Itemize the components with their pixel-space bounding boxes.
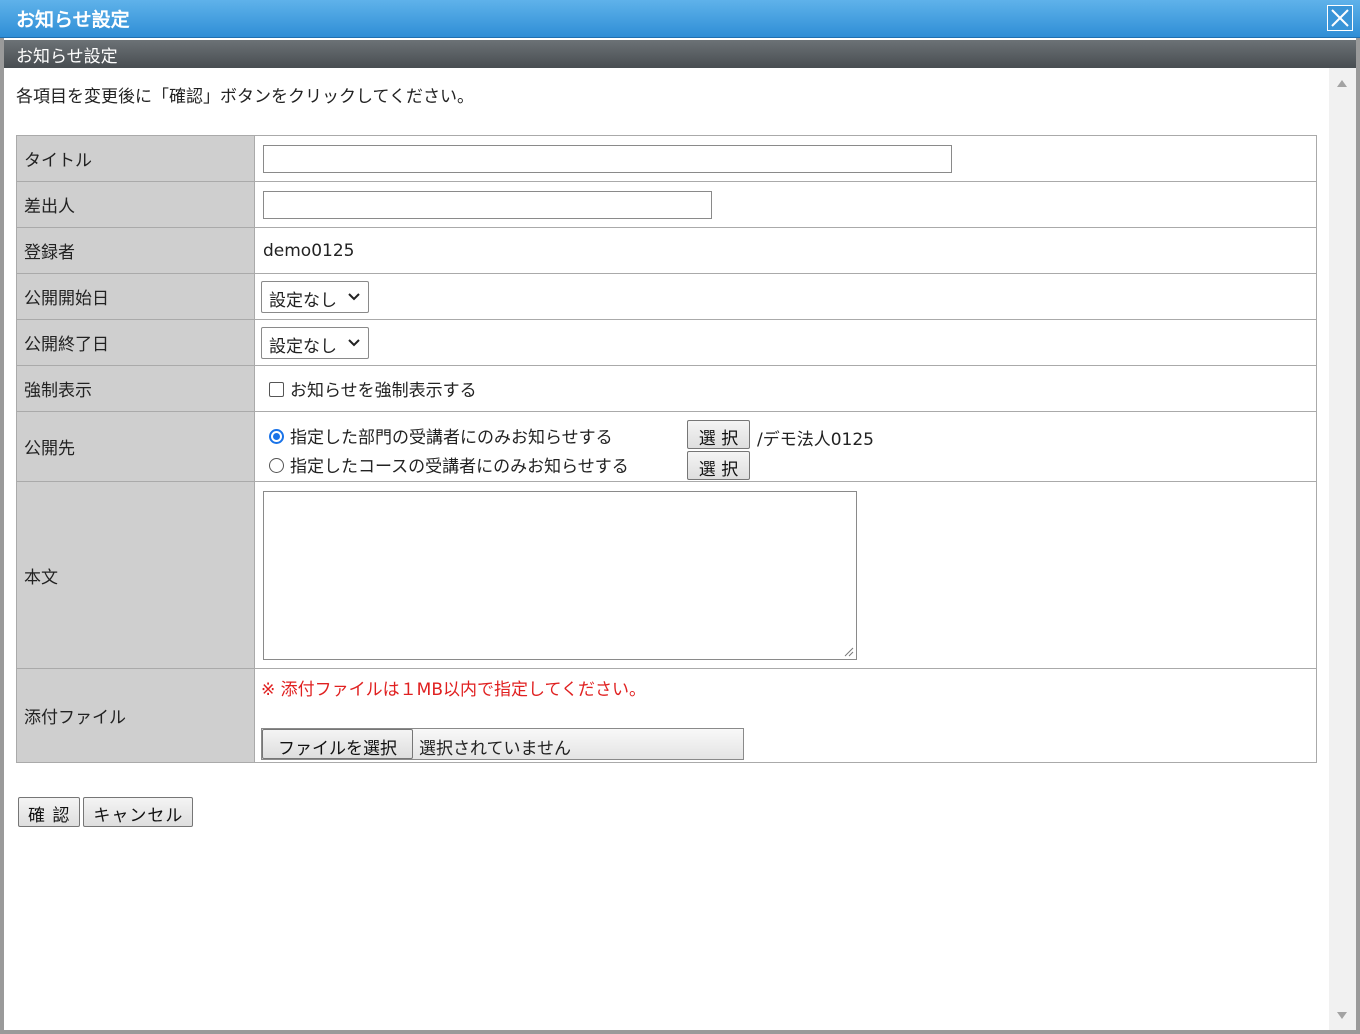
form-row-force-display: 強制表示 お知らせを強制表示する <box>16 365 1317 412</box>
form-actions: 確 認キャンセル <box>18 797 196 827</box>
force-display-checkbox[interactable] <box>269 382 284 397</box>
dialog-title: お知らせ設定 <box>16 9 130 31</box>
end-date-select[interactable]: 設定なし <box>261 326 369 359</box>
body-textarea[interactable] <box>263 490 857 660</box>
dialog-bottom-border <box>0 1030 1360 1034</box>
select-dept-button[interactable]: 選 択 <box>687 419 750 449</box>
close-button[interactable] <box>1327 5 1353 31</box>
registrant-label: 登録者 <box>16 227 255 274</box>
dialog-right-border <box>1356 38 1360 1030</box>
target-dept-radio[interactable] <box>269 428 284 444</box>
title-input[interactable] <box>263 144 952 173</box>
select-course-button[interactable]: 選 択 <box>687 450 750 480</box>
sender-input[interactable] <box>263 190 712 219</box>
dialog-subheader: お知らせ設定 <box>4 40 1356 68</box>
force-display-label: 強制表示 <box>16 365 255 412</box>
sender-label: 差出人 <box>16 181 255 228</box>
form-row-registrant: 登録者 demo0125 <box>16 227 1317 274</box>
form-row-body: 本文 <box>16 481 1317 669</box>
dialog-titlebar: お知らせ設定 <box>0 0 1360 38</box>
body-label: 本文 <box>16 481 255 669</box>
title-label: タイトル <box>16 135 255 182</box>
scroll-up-icon[interactable] <box>1337 80 1347 87</box>
cancel-button[interactable]: キャンセル <box>83 797 194 827</box>
vertical-scrollbar[interactable] <box>1329 68 1356 1030</box>
registrant-value: demo0125 <box>254 227 1317 274</box>
start-date-selected: 設定なし <box>269 290 337 311</box>
resize-grip-icon[interactable] <box>842 645 854 657</box>
file-input[interactable]: ファイルを選択 選択されていません <box>261 728 744 760</box>
dept-path: /デモ法人0125 <box>757 429 874 450</box>
form-row-title: タイトル <box>16 135 1317 182</box>
dialog-content: 各項目を変更後に「確認」ボタンをクリックしてください。 タイトル 差出人 登録者… <box>4 68 1329 1030</box>
chevron-down-icon <box>348 338 360 346</box>
chevron-down-icon <box>348 292 360 300</box>
form-row-target: 公開先 指定した部門の受講者にのみお知らせする 選 択 /デモ法人0125 指定… <box>16 411 1317 482</box>
target-label: 公開先 <box>16 411 255 482</box>
target-course-radio[interactable] <box>269 457 284 473</box>
start-date-label: 公開開始日 <box>16 273 255 320</box>
target-option-dept-row: 指定した部門の受講者にのみお知らせする 選 択 /デモ法人0125 <box>263 417 1316 450</box>
target-option-course-row: 指定したコースの受講者にのみお知らせする 選 択 <box>263 448 1316 480</box>
file-status: 選択されていません <box>419 739 571 759</box>
end-date-selected: 設定なし <box>269 336 337 357</box>
attachment-label: 添付ファイル <box>16 668 255 763</box>
confirm-button[interactable]: 確 認 <box>18 797 81 827</box>
end-date-label: 公開終了日 <box>16 319 255 366</box>
form-row-sender: 差出人 <box>16 181 1317 228</box>
attachment-note: ※ 添付ファイルは１MB以内で指定してください。 <box>261 680 646 700</box>
notice-form: タイトル 差出人 登録者 demo0125 公開開始日 設定なし 公開終了日 設… <box>16 135 1317 763</box>
choose-file-button[interactable]: ファイルを選択 <box>262 729 413 759</box>
force-display-option-label[interactable]: お知らせを強制表示する <box>290 381 477 401</box>
target-dept-label[interactable]: 指定した部門の受講者にのみお知らせする <box>290 428 613 448</box>
start-date-select[interactable]: 設定なし <box>261 280 369 313</box>
target-course-label[interactable]: 指定したコースの受講者にのみお知らせする <box>290 457 629 477</box>
form-row-end-date: 公開終了日 設定なし <box>16 319 1317 366</box>
form-row-start-date: 公開開始日 設定なし <box>16 273 1317 320</box>
close-icon <box>1331 9 1349 27</box>
scroll-down-icon[interactable] <box>1337 1012 1347 1019</box>
form-row-attachment: 添付ファイル ※ 添付ファイルは１MB以内で指定してください。 ファイルを選択 … <box>16 668 1317 763</box>
instruction-text: 各項目を変更後に「確認」ボタンをクリックしてください。 <box>16 87 474 107</box>
